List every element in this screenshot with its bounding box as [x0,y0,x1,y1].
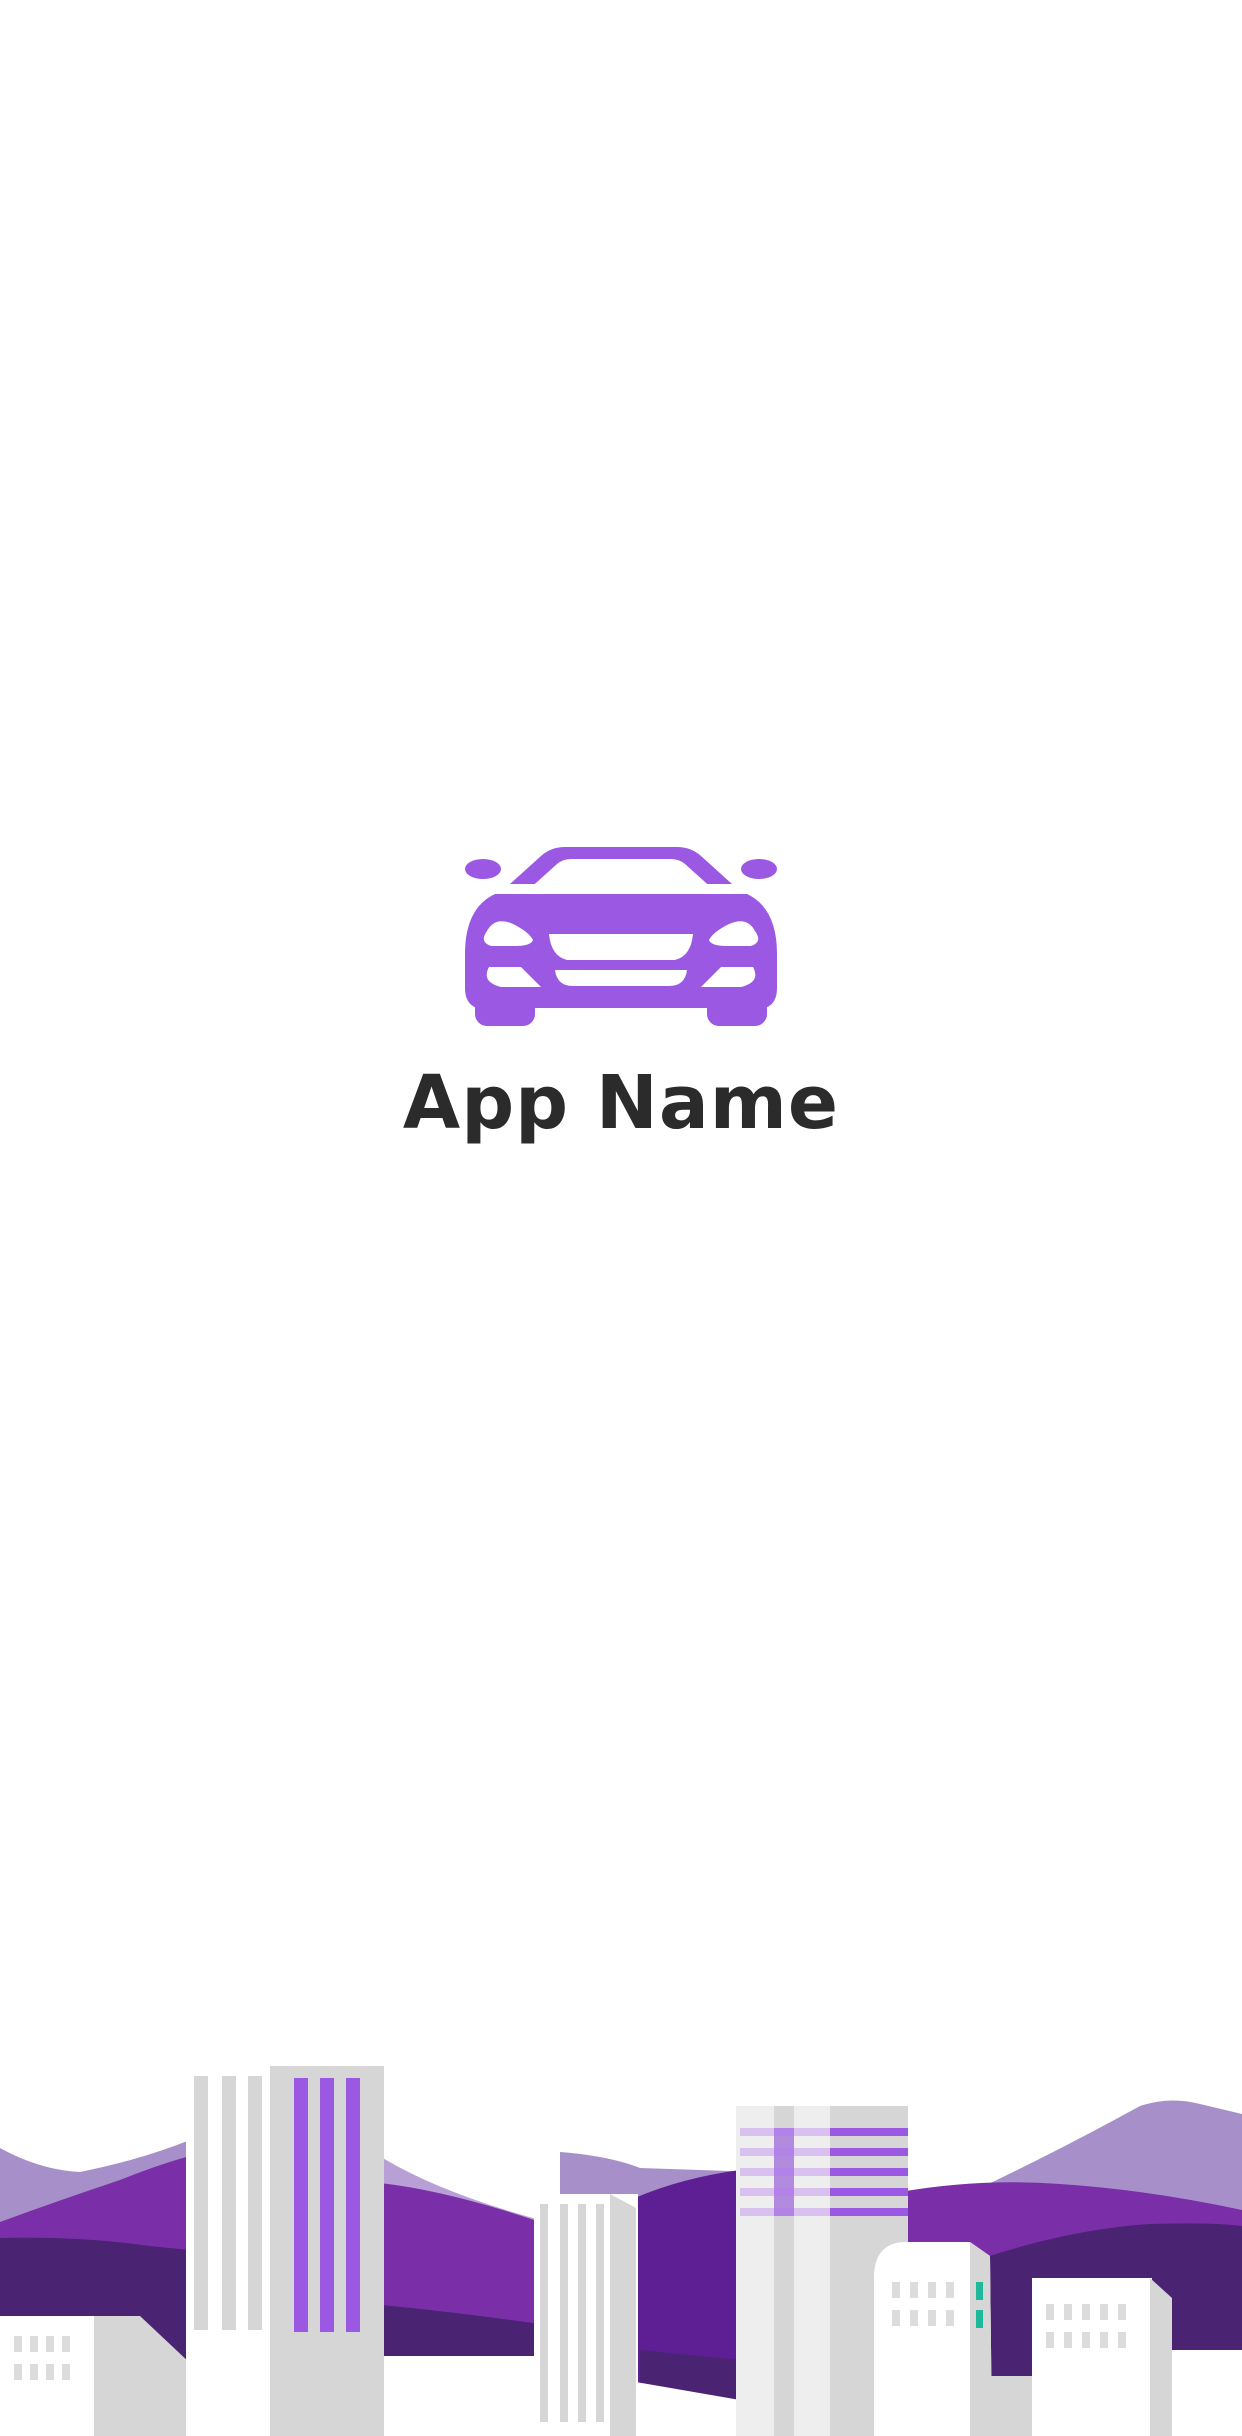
app-name-title: App Name [402,1060,840,1146]
city-skyline-illustration [0,2066,1242,2436]
app-logo-group: App Name [0,836,1242,1140]
car-front-icon [465,847,777,1026]
splash-screen: App Name [0,0,1242,2436]
